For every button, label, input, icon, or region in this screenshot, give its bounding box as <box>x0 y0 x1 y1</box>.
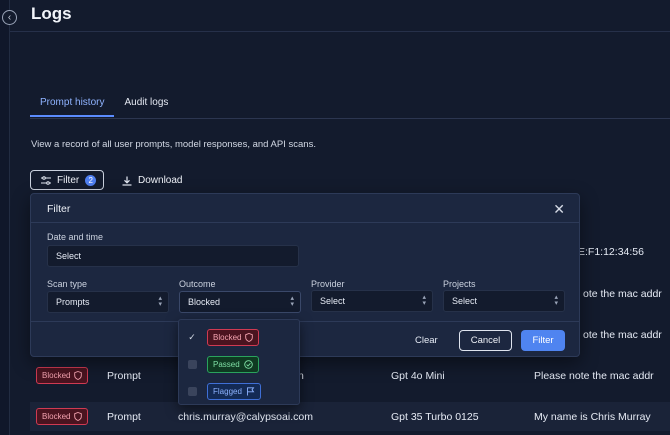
status-badge-label: Blocked <box>42 371 71 380</box>
projects-select[interactable]: Select ▴ ▾ <box>443 290 565 312</box>
projects-value: Select <box>452 296 478 306</box>
filter-button[interactable]: Filter 2 <box>30 170 104 190</box>
flag-icon <box>246 387 255 396</box>
checkbox[interactable] <box>187 360 197 370</box>
date-time-select[interactable]: Select <box>47 245 299 267</box>
filter-modal: Filter ✕ Date and time Select Scan type … <box>30 193 580 357</box>
table-cell-user: chris.murray@calypsoai.com <box>178 410 313 423</box>
filter-count-badge: 2 <box>85 174 97 186</box>
table-cell-peek: ote the mac addr <box>583 329 662 341</box>
scan-type-label: Scan type <box>47 279 88 289</box>
page-description: View a record of all user prompts, model… <box>31 139 316 150</box>
close-icon[interactable]: ✕ <box>553 201 565 218</box>
projects-label: Projects <box>443 279 476 289</box>
table-cell-type: Prompt <box>107 369 141 382</box>
cancel-button[interactable]: Cancel <box>459 330 512 351</box>
header-divider <box>10 31 670 32</box>
outcome-label: Outcome <box>179 279 216 289</box>
table-cell-peek: ote the mac addr <box>583 288 662 300</box>
modal-divider <box>31 222 579 223</box>
tabs-divider <box>30 118 670 119</box>
table-cell-peek: E:F1:12:34:56 <box>578 246 644 258</box>
tab-bar: Prompt history Audit logs <box>30 97 178 117</box>
status-badge-label: Blocked <box>42 412 71 421</box>
download-button[interactable]: Download <box>122 175 182 186</box>
date-time-label: Date and time <box>47 232 104 242</box>
filter-button-label: Filter <box>57 174 80 186</box>
download-button-label: Download <box>138 175 183 186</box>
table-cell-model: Gpt 4o Mini <box>391 369 445 382</box>
sidebar-collapsed <box>0 0 10 435</box>
outcome-option-passed[interactable]: Passed <box>187 356 259 373</box>
provider-value: Select <box>320 296 346 306</box>
shield-icon <box>74 412 83 421</box>
tab-audit-logs[interactable]: Audit logs <box>114 97 178 117</box>
clear-button[interactable]: Clear <box>415 335 438 346</box>
table-cell-text: My name is Chris Murray <box>534 410 651 423</box>
table-row[interactable]: Blocked Prompt n Gpt 4o Mini Please note… <box>30 361 670 390</box>
chevron-up-down-icon: ▴ ▾ <box>554 294 558 307</box>
checkbox[interactable] <box>187 387 197 397</box>
option-label: Passed <box>213 360 240 369</box>
chevron-left-icon: ‹ <box>7 12 12 23</box>
chevron-up-down-icon: ▴ ▾ <box>422 294 426 307</box>
check-icon: ✓ <box>188 332 196 342</box>
status-badge: Flagged <box>207 383 261 400</box>
outcome-option-blocked[interactable]: ✓ Blocked <box>187 329 260 346</box>
shield-icon <box>245 333 254 342</box>
sliders-icon <box>41 175 51 185</box>
table-cell-text: Please note the mac addr <box>534 369 654 382</box>
chevron-up-down-icon: ▴ ▾ <box>290 295 294 308</box>
apply-filter-button[interactable]: Filter <box>521 330 565 351</box>
scan-type-select[interactable]: Prompts ▴ ▾ <box>47 291 169 313</box>
table-row[interactable]: Blocked Prompt chris.murray@calypsoai.co… <box>30 402 670 431</box>
download-icon <box>122 176 132 186</box>
tab-prompt-history[interactable]: Prompt history <box>30 97 115 117</box>
status-badge: Blocked <box>36 408 89 425</box>
table-cell-model: Gpt 35 Turbo 0125 <box>391 410 479 423</box>
modal-title: Filter <box>47 203 71 215</box>
outcome-option-flagged[interactable]: Flagged <box>187 383 261 400</box>
table-cell-type: Prompt <box>107 410 141 423</box>
outcome-select[interactable]: Blocked ▴ ▾ <box>179 291 301 313</box>
option-label: Flagged <box>213 387 242 396</box>
chevron-up-down-icon: ▴ ▾ <box>158 295 162 308</box>
outcome-dropdown: ✓ Blocked Passed Flagged <box>178 319 300 405</box>
provider-label: Provider <box>311 279 345 289</box>
check-circle-icon <box>243 360 253 369</box>
collapse-sidebar-button[interactable]: ‹ <box>2 10 17 25</box>
shield-icon <box>74 371 83 380</box>
status-badge: Blocked <box>207 329 260 346</box>
outcome-value: Blocked <box>188 297 221 307</box>
status-badge: Passed <box>207 356 259 373</box>
page-title: Logs <box>31 4 72 23</box>
status-badge: Blocked <box>36 367 89 384</box>
scan-type-value: Prompts <box>56 297 90 307</box>
modal-footer-divider <box>31 321 579 322</box>
date-time-value: Select <box>56 251 82 261</box>
option-label: Blocked <box>213 333 242 342</box>
provider-select[interactable]: Select ▴ ▾ <box>311 290 433 312</box>
